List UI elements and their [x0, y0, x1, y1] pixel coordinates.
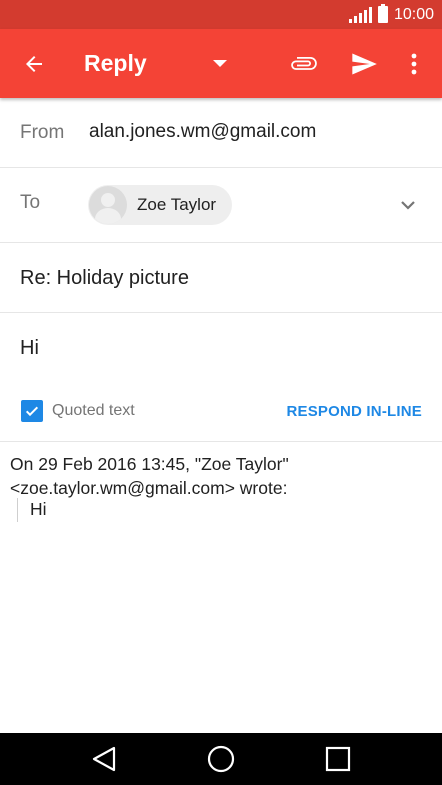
battery-icon [377, 4, 388, 23]
nav-bar [0, 733, 442, 785]
quoted-text-row: Quoted text RESPOND IN-LINE [0, 382, 442, 442]
status-icons: 10:00 [348, 0, 434, 29]
recipient-name: Zoe Taylor [137, 195, 217, 214]
from-row: From alan.jones.wm@gmail.com [0, 98, 442, 168]
quoted-body: Hi [30, 499, 47, 519]
checkmark-icon [25, 406, 39, 417]
to-row: To Zoe Taylor [0, 168, 442, 243]
avatar [89, 186, 127, 224]
page-title: Reply [84, 50, 147, 76]
from-account-selector[interactable]: alan.jones.wm@gmail.com [89, 121, 316, 143]
to-label: To [20, 192, 41, 213]
app-bar: Reply [0, 29, 442, 98]
status-bar: 10:00 [0, 0, 442, 29]
nav-home-icon[interactable] [191, 733, 251, 785]
nav-recents-icon[interactable] [308, 733, 368, 785]
nav-back-icon[interactable] [74, 733, 134, 785]
subject-row: Re: Holiday picture [0, 243, 442, 313]
signal-icon [348, 6, 372, 23]
attach-icon[interactable] [284, 29, 324, 98]
quoted-text-checkbox[interactable] [21, 400, 43, 422]
quote-bar [17, 498, 18, 522]
status-time: 10:00 [393, 5, 434, 23]
chevron-down-icon[interactable] [396, 193, 420, 217]
quoted-text-label: Quoted text [52, 402, 135, 419]
compose-body[interactable]: Hi [20, 337, 39, 360]
from-label: From [20, 122, 65, 143]
send-icon[interactable] [344, 29, 384, 98]
more-vert-icon[interactable] [400, 29, 428, 98]
subject-field[interactable]: Re: Holiday picture [20, 267, 189, 290]
dropdown-arrow-icon[interactable] [206, 29, 234, 98]
quoted-header: On 29 Feb 2016 13:45, "Zoe Taylor" <zoe.… [10, 454, 289, 498]
respond-inline-button[interactable]: RESPOND IN-LINE [286, 403, 422, 420]
back-arrow-icon[interactable] [14, 29, 54, 98]
recipient-chip[interactable]: Zoe Taylor [88, 185, 232, 225]
